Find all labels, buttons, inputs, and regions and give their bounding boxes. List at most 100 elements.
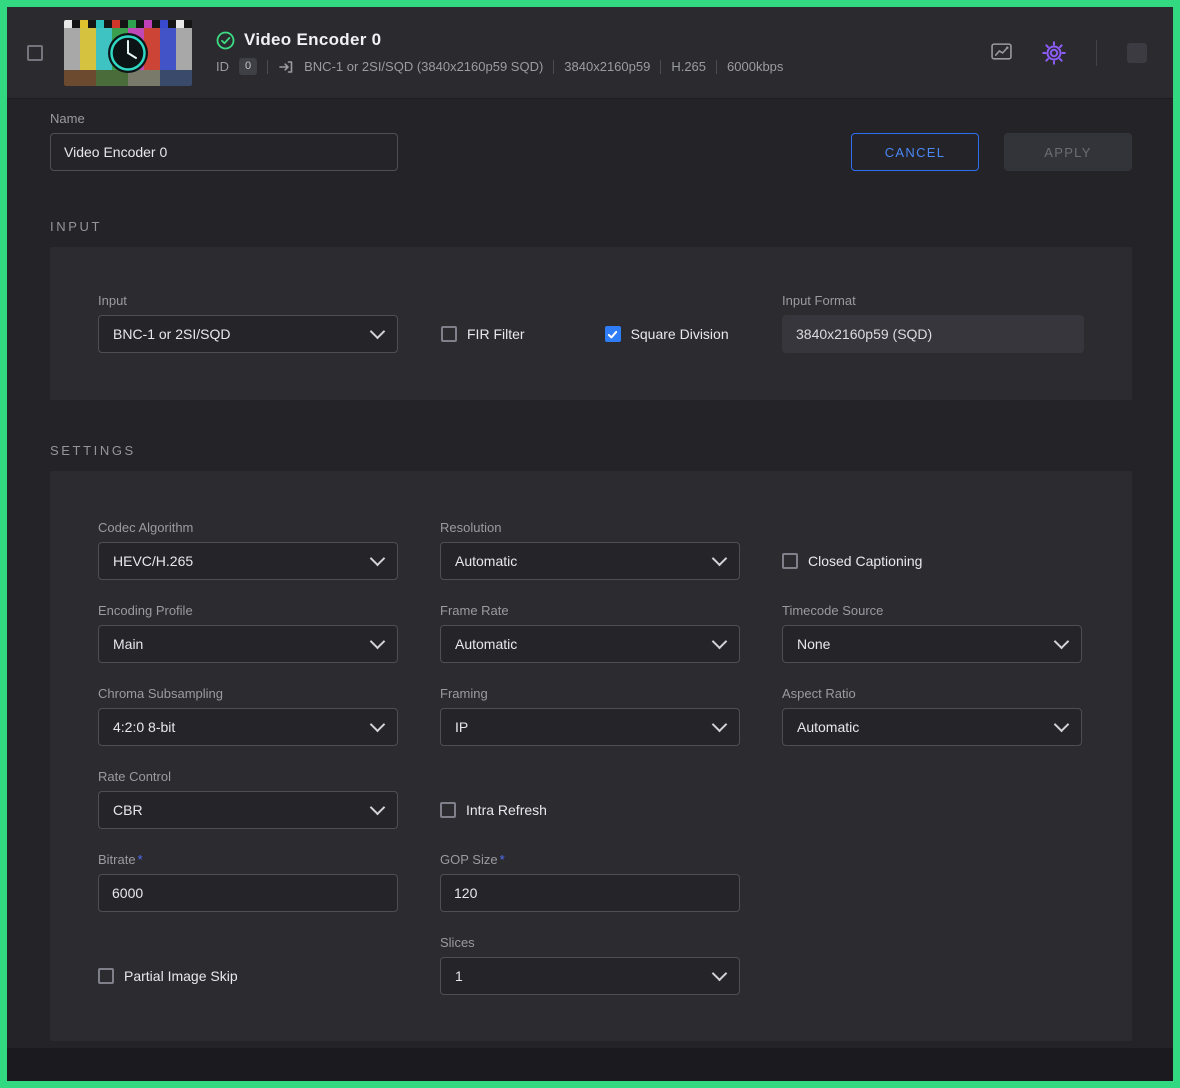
framing-select[interactable]: IP — [440, 708, 740, 746]
encoding-profile-select[interactable]: Main — [98, 625, 398, 663]
slices-select[interactable]: 1 — [440, 957, 740, 995]
input-panel: Input BNC-1 or 2SI/SQD FIR Filter — [50, 247, 1132, 400]
codec-algorithm-select[interactable]: HEVC/H.265 — [98, 542, 398, 580]
codec-algorithm-field: Codec Algorithm HEVC/H.265 — [98, 520, 398, 580]
frame-rate-field: Frame Rate Automatic — [440, 603, 740, 663]
gop-size-label: GOP Size* — [440, 852, 740, 868]
encoder-config-window: Video Encoder 0 ID 0 BNC-1 or 2SI/SQD (3… — [7, 7, 1173, 1081]
slices-field: Slices 1 — [440, 935, 740, 995]
name-input[interactable] — [50, 133, 398, 171]
codec-algorithm-label: Codec Algorithm — [98, 520, 398, 536]
bottom-bar — [7, 1048, 1173, 1081]
rate-control-field: Rate Control CBR — [98, 769, 398, 829]
empty-cell — [782, 935, 1082, 995]
partial-image-skip-checkbox[interactable]: Partial Image Skip — [98, 968, 238, 984]
timecode-source-label: Timecode Source — [782, 603, 1082, 619]
resolution-field: Resolution Automatic — [440, 520, 740, 580]
resolution-select[interactable]: Automatic — [440, 542, 740, 580]
timecode-source-select[interactable]: None — [782, 625, 1082, 663]
chevron-down-icon — [712, 551, 728, 567]
checkbox-label: Intra Refresh — [466, 802, 547, 818]
aspect-ratio-select[interactable]: Automatic — [782, 708, 1082, 746]
slices-label: Slices — [440, 935, 740, 951]
bitrate-label-text: Bitrate — [98, 852, 136, 867]
select-value: Automatic — [797, 719, 859, 735]
name-row: Name CANCEL APPLY — [50, 111, 1132, 171]
apply-button[interactable]: APPLY — [1004, 133, 1132, 171]
name-field: Name — [50, 111, 398, 171]
closed-captioning-checkbox[interactable]: Closed Captioning — [782, 553, 922, 569]
meta-divider — [267, 60, 268, 74]
bitrate-input[interactable] — [98, 874, 398, 912]
chevron-down-icon — [712, 966, 728, 982]
checkbox-label: Closed Captioning — [808, 553, 922, 569]
select-value: HEVC/H.265 — [113, 553, 193, 569]
select-value: 4:2:0 8-bit — [113, 719, 175, 735]
id-badge: 0 — [239, 58, 257, 75]
required-asterisk: * — [500, 852, 505, 867]
test-pattern-image — [64, 20, 192, 86]
checkbox-box — [782, 553, 798, 569]
meta-divider — [660, 60, 661, 74]
checkmark-icon — [607, 329, 618, 340]
row-select-checkbox[interactable] — [27, 45, 43, 61]
fir-filter-checkbox[interactable]: FIR Filter — [441, 326, 525, 342]
id-label: ID — [216, 59, 229, 74]
chevron-down-icon — [370, 717, 386, 733]
checkbox-box — [441, 326, 457, 342]
select-value: Automatic — [455, 553, 517, 569]
framing-label: Framing — [440, 686, 740, 702]
select-value: IP — [455, 719, 468, 735]
title-block: Video Encoder 0 ID 0 BNC-1 or 2SI/SQD (3… — [216, 30, 783, 75]
header-actions — [991, 40, 1147, 66]
input-format-value: 3840x2160p59 (SQD) — [782, 315, 1084, 353]
required-asterisk: * — [138, 852, 143, 867]
empty-cell — [782, 852, 1082, 912]
form-actions: CANCEL APPLY — [851, 133, 1132, 171]
select-value: Main — [113, 636, 143, 652]
meta-divider — [553, 60, 554, 74]
header-divider — [1096, 40, 1097, 66]
rate-control-select[interactable]: CBR — [98, 791, 398, 829]
settings-panel: Codec Algorithm HEVC/H.265 Resolution Au… — [50, 471, 1132, 1041]
checkbox-label: Partial Image Skip — [124, 968, 238, 984]
input-source-icon — [278, 59, 294, 75]
chevron-down-icon — [1054, 634, 1070, 650]
encoding-profile-label: Encoding Profile — [98, 603, 398, 619]
chevron-down-icon — [370, 551, 386, 567]
header-square-button[interactable] — [1127, 43, 1147, 63]
gop-size-field: GOP Size* — [440, 852, 740, 912]
aspect-ratio-field: Aspect Ratio Automatic — [782, 686, 1082, 746]
encoder-header: Video Encoder 0 ID 0 BNC-1 or 2SI/SQD (3… — [7, 7, 1173, 99]
codec-text: H.265 — [671, 59, 706, 74]
checkbox-label: FIR Filter — [467, 326, 525, 342]
rate-control-label: Rate Control — [98, 769, 398, 785]
chroma-subsampling-select[interactable]: 4:2:0 8-bit — [98, 708, 398, 746]
chroma-subsampling-label: Chroma Subsampling — [98, 686, 398, 702]
line-chart-icon — [991, 43, 1012, 62]
input-select[interactable]: BNC-1 or 2SI/SQD — [98, 315, 398, 353]
chevron-down-icon — [370, 324, 386, 340]
cancel-button[interactable]: CANCEL — [851, 133, 979, 171]
square-division-checkbox[interactable]: Square Division — [605, 326, 729, 342]
input-format-field: Input Format 3840x2160p59 (SQD) — [782, 293, 1084, 353]
select-value: BNC-1 or 2SI/SQD — [113, 326, 230, 342]
gop-size-input[interactable] — [440, 874, 740, 912]
settings-button[interactable] — [1042, 41, 1066, 65]
preview-thumbnail — [64, 20, 192, 86]
gear-icon — [1042, 41, 1066, 65]
name-label: Name — [50, 111, 398, 127]
chevron-down-icon — [712, 717, 728, 733]
checkbox-box — [440, 802, 456, 818]
stats-button[interactable] — [991, 43, 1012, 62]
input-field: Input BNC-1 or 2SI/SQD — [98, 293, 398, 353]
page-title: Video Encoder 0 — [244, 30, 381, 50]
encoder-meta-row: ID 0 BNC-1 or 2SI/SQD (3840x2160p59 SQD)… — [216, 58, 783, 75]
select-value: None — [797, 636, 830, 652]
intra-refresh-checkbox[interactable]: Intra Refresh — [440, 802, 547, 818]
encoding-profile-field: Encoding Profile Main — [98, 603, 398, 663]
frame-rate-select[interactable]: Automatic — [440, 625, 740, 663]
input-format-label: Input Format — [782, 293, 1084, 309]
chevron-down-icon — [1054, 717, 1070, 733]
bitrate-text: 6000kbps — [727, 59, 783, 74]
